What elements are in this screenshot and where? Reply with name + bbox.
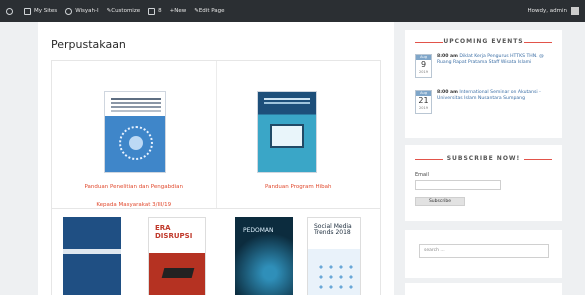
edit-page-link[interactable]: ✎ Edit Page [194,8,224,14]
event-text[interactable]: 8:00 am International Seminar on Akutans… [437,90,553,102]
comment-icon [148,7,156,15]
network-node [129,136,143,150]
event-date: Aug 21 2019 [415,90,432,114]
gauge-icon [65,7,73,15]
library-card[interactable]: Panduan Program Hibah [215,61,381,219]
book-cover-title: ERA DISRUPSI [155,224,193,240]
main-content: Perpustakaan Panduan Penelitian dan Peng… [38,22,394,295]
wp-logo[interactable] [6,7,16,15]
subscribe-button[interactable]: Subscribe [415,197,465,206]
customize-link[interactable]: ✎ Customize [107,8,140,14]
book-cover[interactable]: PEDOMAN [235,217,293,295]
email-label: Email [415,172,429,178]
book-cover-title: Social Media Trends 2018 [314,223,352,237]
home-icon [24,7,31,15]
sidebar-widget [405,283,562,295]
comments-link[interactable]: 8 [148,7,162,15]
cover-text-lines [111,98,161,100]
page-title: Perpustakaan [51,38,126,51]
subscribe-widget: SUBSCRIBE NOW! Email Subscribe [405,145,562,221]
book-cover[interactable]: Social Media Trends 2018 [307,217,361,295]
cover-text-lines [263,98,310,100]
widget-title: SUBSCRIBE NOW! [405,155,562,162]
computer-graphic [269,124,304,148]
admin-bar: My Sites Wisyah-I ✎ Customize 8 + New ✎ … [0,0,585,22]
event-text[interactable]: 8:00 am Diklat Kerja Pengurus HTTKS THN.… [437,54,553,66]
book-link[interactable]: Panduan Penelitian dan Pengabdian [52,184,216,190]
search-widget: search ... [405,230,562,278]
library-card[interactable]: Panduan Penelitian dan Pengabdian Kepada… [52,61,216,219]
book-cover[interactable] [63,217,121,295]
greeting: Howdy, admin [527,8,567,14]
book-cover-title: PEDOMAN [243,227,274,234]
people-graphic [316,262,356,290]
book-cover[interactable] [104,91,166,173]
account-menu[interactable]: Howdy, admin [528,7,579,15]
book-link[interactable]: Panduan Program Hibah [217,184,381,190]
upcoming-events-widget: UPCOMING EVENTS Aug 9 2019 8:00 am Dikla… [405,30,562,156]
event-item[interactable]: Aug 9 2019 8:00 am Diklat Kerja Pengurus… [415,54,555,78]
email-field[interactable] [415,180,501,190]
event-item[interactable]: Aug 21 2019 8:00 am International Semina… [415,90,555,114]
wordpress-icon [6,7,13,15]
book-cover[interactable] [256,91,317,173]
library-row-2: ERA DISRUPSI PEDOMAN Social Media Trends… [51,208,381,295]
site-link[interactable]: Wisyah-I [65,7,99,15]
graduation-cap-icon [161,268,195,278]
new-link[interactable]: + New [170,8,187,14]
my-sites-link[interactable]: My Sites [24,7,57,15]
avatar [571,7,579,15]
library-row-1: Panduan Penelitian dan Pengabdian Kepada… [51,60,381,220]
event-date: Aug 9 2019 [415,54,432,78]
widget-title: UPCOMING EVENTS [405,38,562,45]
book-cover[interactable]: ERA DISRUPSI [148,217,206,295]
search-input[interactable]: search ... [419,244,549,258]
